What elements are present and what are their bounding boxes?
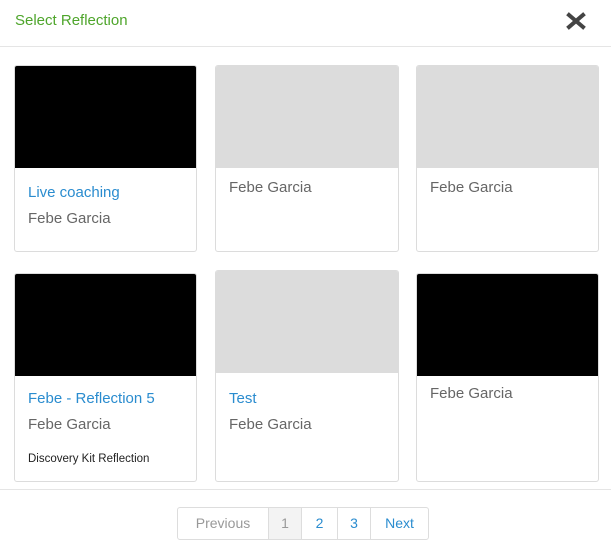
reflection-card[interactable]: Live coaching Febe Garcia	[14, 65, 197, 252]
next-page-button[interactable]: Next	[370, 508, 428, 539]
video-thumbnail	[15, 66, 196, 168]
reflection-author: Febe Garcia	[430, 385, 513, 402]
video-thumbnail	[417, 274, 598, 376]
video-thumbnail	[216, 66, 398, 168]
reflection-card[interactable]: Febe Garcia	[215, 65, 399, 252]
reflection-card[interactable]: Febe Garcia	[416, 273, 599, 482]
reflection-title[interactable]: Test	[229, 390, 257, 408]
reflection-card[interactable]: Febe Garcia	[416, 65, 599, 252]
video-thumbnail	[216, 271, 398, 373]
reflection-card[interactable]: Febe - Reflection 5 Febe Garcia Discover…	[14, 273, 197, 482]
previous-page-button[interactable]: Previous	[178, 508, 268, 539]
reflection-author: Febe Garcia	[28, 416, 111, 433]
pagination: Previous 1 2 3 Next	[177, 507, 429, 540]
reflection-card[interactable]: Test Febe Garcia	[215, 270, 399, 482]
reflection-type: Discovery Kit Reflection	[28, 453, 150, 465]
video-thumbnail	[15, 274, 196, 376]
modal-header: Select Reflection	[0, 0, 611, 47]
modal-title: Select Reflection	[15, 12, 128, 29]
footer-divider	[0, 489, 611, 490]
reflection-author: Febe Garcia	[229, 179, 312, 196]
page-2-button[interactable]: 2	[301, 508, 337, 539]
reflection-author: Febe Garcia	[229, 416, 312, 433]
video-thumbnail	[417, 66, 598, 168]
page-3-button[interactable]: 3	[337, 508, 370, 539]
reflection-author: Febe Garcia	[430, 179, 513, 196]
select-reflection-modal: Select Reflection Live coaching Febe Gar…	[0, 0, 611, 553]
reflection-title[interactable]: Febe - Reflection 5	[28, 390, 155, 408]
close-icon[interactable]	[566, 10, 586, 32]
page-1-button[interactable]: 1	[268, 508, 301, 539]
reflection-author: Febe Garcia	[28, 210, 111, 227]
reflection-title[interactable]: Live coaching	[28, 184, 120, 202]
